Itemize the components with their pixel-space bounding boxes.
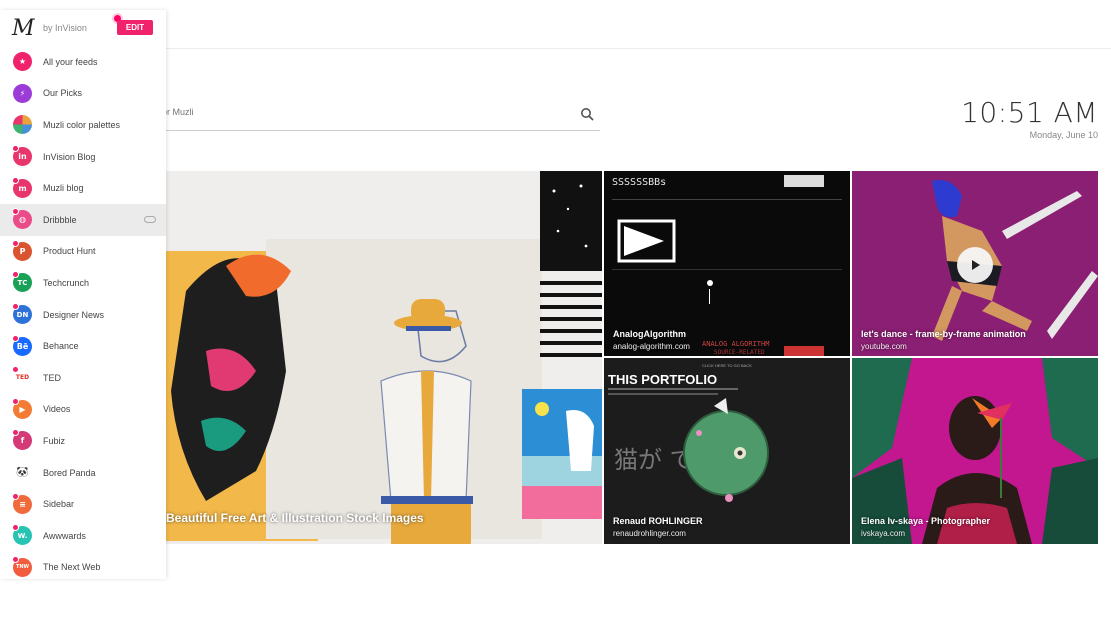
analog-algorithm-title[interactable]: AnalogAlgorithm xyxy=(613,329,686,339)
lets-dance-video-tile[interactable]: let's dance - frame-by-frame animation y… xyxy=(852,171,1098,356)
portfolio-back-hint: CLICK HERE TO GO BACK xyxy=(702,363,752,368)
designer-news-icon: DN xyxy=(12,303,32,325)
sidebar-item-label: Fubiz xyxy=(43,435,66,446)
new-content-dot xyxy=(12,208,19,216)
sidebar-item-product-hunt[interactable]: P Product Hunt xyxy=(0,236,166,268)
new-content-dot xyxy=(12,492,19,500)
new-content-dot xyxy=(12,239,19,247)
renaud-rohlinger-title[interactable]: Renaud ROHLINGER xyxy=(613,516,703,526)
sidebar-item-the-next-web[interactable]: TNW The Next Web xyxy=(0,552,166,580)
panda-icon: 🐼 xyxy=(13,463,32,483)
sidebar-icon: ≡ xyxy=(12,492,32,514)
feeds-sidebar: M by InVision EDIT ★ All your feeds ⚡ Our P… xyxy=(0,10,166,579)
sidebar-item-our-picks[interactable]: ⚡ Our Picks xyxy=(0,78,166,110)
new-content-dot xyxy=(12,303,19,311)
search-icon[interactable] xyxy=(580,107,594,121)
sidebar-item-label: Muzli color palettes xyxy=(43,119,121,130)
new-content-dot xyxy=(12,429,19,437)
sidebar-item-awwwards[interactable]: W. Awwwards xyxy=(0,520,166,552)
fubiz-icon: f xyxy=(12,429,32,451)
sidebar-item-designer-news[interactable]: DN Designer News xyxy=(0,299,166,331)
play-video-button[interactable] xyxy=(957,247,993,283)
elena-ivskaya-title[interactable]: Elena Iv-skaya - Photographer xyxy=(861,516,990,526)
sidebar-item-label: Our Picks xyxy=(43,88,83,99)
sidebar-item-ted[interactable]: TED TED xyxy=(0,362,166,394)
behance-icon: Bē xyxy=(12,334,32,356)
sidebar-item-invision-blog[interactable]: in InVision Blog xyxy=(0,141,166,173)
new-content-dot xyxy=(12,524,19,532)
sidebar-item-fubiz[interactable]: f Fubiz xyxy=(0,425,166,457)
sidebar-item-label: Behance xyxy=(43,341,79,352)
sidebar-item-muzli-color-palettes[interactable]: Muzli color palettes xyxy=(0,109,166,141)
play-icon: ▶ xyxy=(12,397,32,419)
elena-ivskaya-source[interactable]: ivskaya.com xyxy=(861,529,905,538)
sidebar-item-bored-panda[interactable]: 🐼 Bored Panda xyxy=(0,457,166,489)
sidebar-header: M by InVision EDIT xyxy=(0,10,166,46)
header-divider xyxy=(0,48,1111,49)
awwwards-icon: W. xyxy=(12,524,32,546)
analog-overlay-subtext: SOURCE-RELATED xyxy=(714,349,765,356)
ted-icon: TED xyxy=(12,366,32,388)
play-icon xyxy=(972,260,980,270)
new-content-dot xyxy=(12,271,19,279)
star-icon: ★ xyxy=(13,52,32,72)
by-invision-label: by InVision xyxy=(43,23,87,33)
edit-button[interactable]: EDIT xyxy=(117,20,153,35)
search-bar[interactable] xyxy=(160,100,600,131)
palette-icon xyxy=(13,115,32,135)
renaud-rohlinger-source[interactable]: renaudrohlinger.com xyxy=(613,529,686,538)
sidebar-item-label: Techcrunch xyxy=(43,277,90,288)
search-input[interactable] xyxy=(160,106,564,118)
sidebar-item-sidebar[interactable]: ≡ Sidebar xyxy=(0,488,166,520)
sidebar-item-behance[interactable]: Bē Behance xyxy=(0,330,166,362)
new-content-dot xyxy=(12,366,19,374)
sidebar-item-label: Product Hunt xyxy=(43,246,96,257)
portfolio-heading: THIS PORTFOLIO xyxy=(608,372,717,387)
analog-header-text: SSSSSSBBs xyxy=(612,177,666,188)
new-content-dot xyxy=(12,145,19,153)
new-content-dot xyxy=(12,397,19,405)
analog-algorithm-tile[interactable]: SSSSSSBBs ANALOG ALGORITHM SOURCE-RELATE… xyxy=(604,171,850,356)
sidebar-item-label: Sidebar xyxy=(43,499,75,510)
sidebar-item-label: All your feeds xyxy=(43,56,98,67)
clock-time: 10:51 AM xyxy=(961,96,1098,129)
invision-icon: in xyxy=(12,145,32,167)
analog-algorithm-source[interactable]: analog-algorithm.com xyxy=(613,342,690,351)
new-content-dot xyxy=(12,555,19,563)
sidebar-item-label: Videos xyxy=(43,404,71,415)
lets-dance-title[interactable]: let's dance - frame-by-frame animation xyxy=(861,329,1026,339)
sidebar-item-label: TED xyxy=(43,372,61,383)
tnw-icon: TNW xyxy=(12,555,32,577)
muzli-icon: m xyxy=(12,176,32,198)
featured-illustration-image xyxy=(166,171,602,544)
featured-article-title[interactable]: Beautiful Free Art & Illustration Stock … xyxy=(166,511,424,525)
clock-date: Monday, June 10 xyxy=(1029,130,1098,140)
link-icon[interactable] xyxy=(144,216,156,224)
sidebar-item-label: InVision Blog xyxy=(43,151,96,162)
techcrunch-icon: TC xyxy=(12,271,32,293)
sidebar-feed-list: ★ All your feeds ⚡ Our Picks Muzli color pal… xyxy=(0,46,166,579)
dribbble-icon: ◍ xyxy=(12,208,32,230)
sidebar-item-videos[interactable]: ▶ Videos xyxy=(0,394,166,426)
new-content-dot xyxy=(12,176,19,184)
product-hunt-icon: P xyxy=(12,239,32,261)
analog-overlay-text: ANALOG ALGORITHM xyxy=(702,340,769,348)
elena-ivskaya-tile[interactable]: Elena Iv-skaya - Photographer ivskaya.co… xyxy=(852,358,1098,544)
lets-dance-source[interactable]: youtube.com xyxy=(861,342,907,351)
renaud-rohlinger-tile[interactable]: CLICK HERE TO GO BACK THIS PORTFOLIO 猫が … xyxy=(604,358,850,544)
bolt-icon: ⚡ xyxy=(13,83,32,103)
sidebar-item-all-your-feeds[interactable]: ★ All your feeds xyxy=(0,46,166,78)
sidebar-item-label: Bored Panda xyxy=(43,467,96,478)
sidebar-item-dribbble[interactable]: ◍ Dribbble xyxy=(0,203,166,236)
sidebar-item-techcrunch[interactable]: TC Techcrunch xyxy=(0,267,166,299)
sidebar-item-label: Awwwards xyxy=(43,530,86,541)
sidebar-item-label: The Next Web xyxy=(43,562,101,573)
new-content-dot xyxy=(12,334,19,342)
sidebar-item-label: Designer News xyxy=(43,309,105,320)
sidebar-item-label: Muzli blog xyxy=(43,183,84,194)
sidebar-item-muzli-blog[interactable]: m Muzli blog xyxy=(0,172,166,204)
sidebar-item-label: Dribbble xyxy=(43,214,77,225)
muzli-logo[interactable]: M xyxy=(12,16,35,41)
featured-article-tile[interactable]: Beautiful Free Art & Illustration Stock … xyxy=(166,171,602,544)
